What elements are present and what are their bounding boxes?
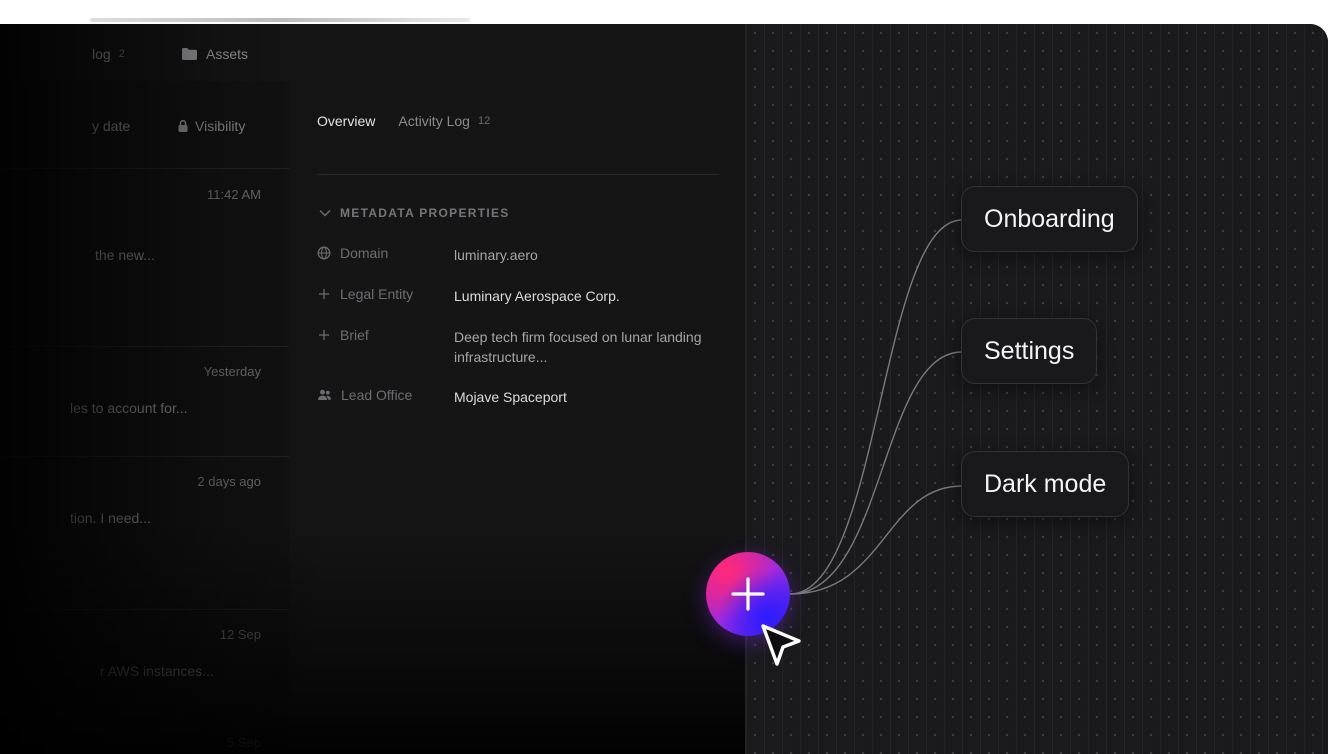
- detail-panel: Overview Activity Log 12 METADATA PROPER…: [289, 81, 745, 754]
- tab-log-count: 2: [118, 48, 125, 60]
- date-column-header[interactable]: y date: [92, 118, 130, 134]
- flow-canvas[interactable]: [745, 24, 1328, 754]
- node-onboarding[interactable]: Onboarding: [961, 186, 1138, 252]
- list-item-snippet[interactable]: les to account for...: [70, 400, 188, 416]
- node-dark-mode[interactable]: Dark mode: [961, 451, 1130, 517]
- tab-activity-log-label: Activity Log: [398, 113, 470, 129]
- app-window: log 2 Assets y date Visibility 11:42 AM …: [0, 24, 1328, 754]
- property-value[interactable]: luminary.aero: [454, 245, 704, 265]
- property-key: Legal Entity: [340, 286, 414, 302]
- visibility-column-header[interactable]: Visibility: [177, 118, 245, 134]
- list-item-time: Yesterday: [203, 364, 261, 379]
- tab-overview[interactable]: Overview: [317, 113, 375, 129]
- pointer-cursor-icon: [761, 624, 801, 666]
- list-divider: [0, 346, 289, 347]
- property-key: Domain: [340, 245, 389, 261]
- node-settings[interactable]: Settings: [961, 318, 1098, 384]
- list-item-snippet[interactable]: tion. I need...: [70, 510, 151, 526]
- plus-icon: [319, 289, 329, 299]
- tab-activity-log-count: 12: [477, 115, 491, 127]
- list-item-time: 5 Sep: [227, 735, 261, 750]
- list-item-snippet[interactable]: r AWS instances...: [100, 663, 214, 679]
- plus-icon: [319, 330, 329, 340]
- lock-icon: [178, 119, 188, 132]
- property-value[interactable]: Deep tech firm focused on lunar landing …: [454, 327, 704, 367]
- list-item-time: 12 Sep: [219, 627, 261, 642]
- list-item-time: 2 days ago: [197, 474, 261, 489]
- detail-tabs: Overview Activity Log 12: [317, 113, 490, 129]
- list-divider: [0, 609, 289, 610]
- top-tab-bar: log 2 Assets: [0, 24, 745, 82]
- folder-icon: [182, 48, 197, 60]
- list-divider: [0, 456, 289, 457]
- conversation-list: y date Visibility 11:42 AM the new... Ye…: [0, 81, 290, 754]
- property-value[interactable]: Mojave Spaceport: [454, 387, 704, 407]
- tab-overview-label: Overview: [317, 113, 376, 129]
- tabs-divider: [317, 174, 719, 175]
- list-divider: [0, 168, 289, 169]
- visibility-header-label: Visibility: [195, 118, 246, 134]
- chevron-down-icon: [319, 209, 331, 217]
- plus-icon: [731, 577, 765, 611]
- tab-log-label: log: [92, 46, 111, 62]
- property-key: Lead Office: [341, 387, 413, 403]
- node-label: Settings: [984, 336, 1075, 365]
- tab-assets-label: Assets: [206, 46, 249, 62]
- globe-icon: [317, 246, 331, 260]
- tab-log[interactable]: log 2: [92, 46, 125, 62]
- node-label: Dark mode: [984, 469, 1107, 498]
- property-key: Brief: [340, 327, 369, 343]
- list-item-time: 11:42 AM: [207, 187, 261, 202]
- property-value[interactable]: Luminary Aerospace Corp.: [454, 286, 704, 306]
- metadata-section-header[interactable]: METADATA PROPERTIES: [319, 206, 510, 220]
- app-panel: log 2 Assets y date Visibility 11:42 AM …: [0, 24, 745, 754]
- section-title: METADATA PROPERTIES: [340, 206, 510, 220]
- node-label: Onboarding: [984, 204, 1115, 233]
- top-highlight-line: [90, 18, 470, 22]
- users-icon: [318, 389, 331, 400]
- list-item-snippet[interactable]: the new...: [95, 247, 155, 263]
- tab-assets[interactable]: Assets: [181, 46, 248, 62]
- tab-activity-log[interactable]: Activity Log 12: [398, 113, 490, 129]
- date-header-label: y date: [92, 118, 131, 134]
